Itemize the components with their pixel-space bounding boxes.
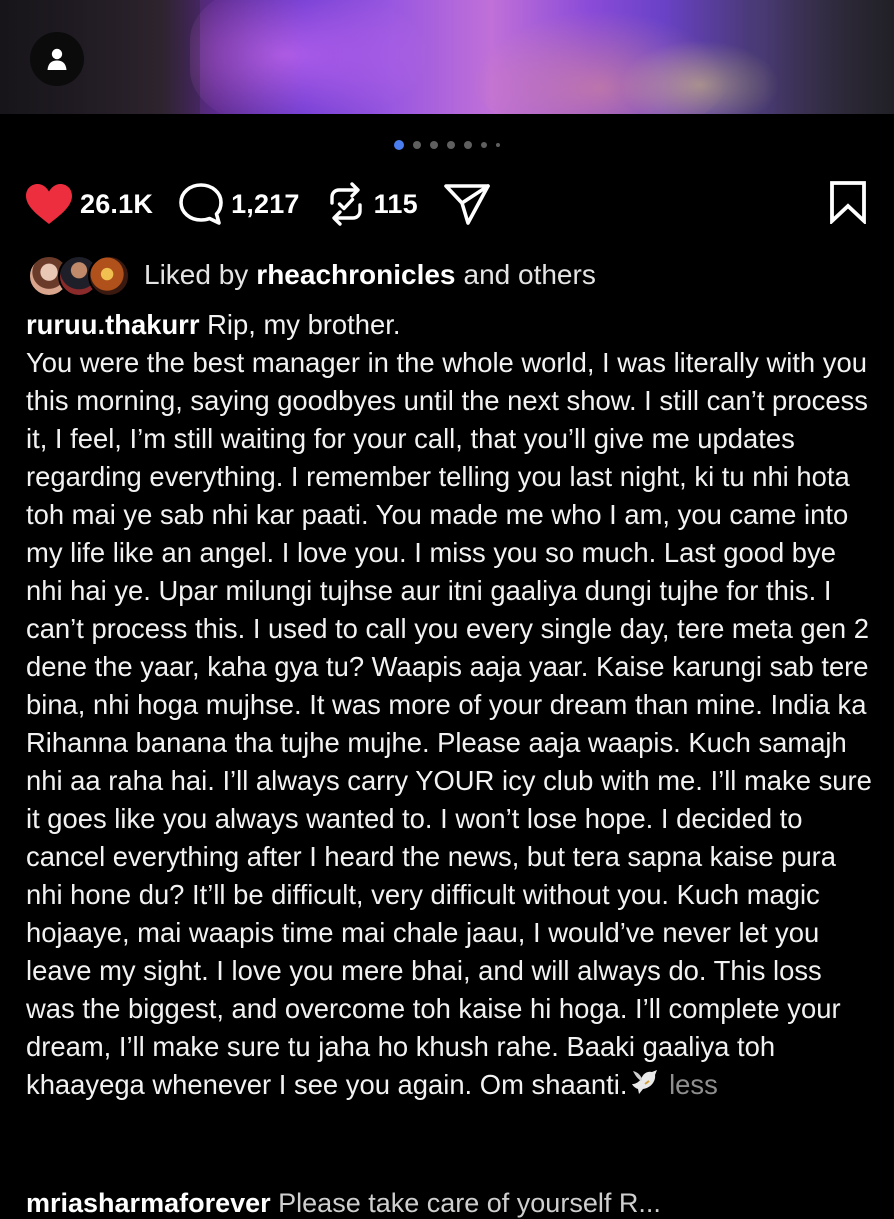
liked-by-username[interactable]: rheachronicles xyxy=(256,259,455,291)
like-count[interactable]: 26.1K xyxy=(80,189,153,220)
dove-emoji-icon xyxy=(629,1068,659,1106)
carousel-dot xyxy=(496,143,500,147)
carousel-dot-active xyxy=(394,140,404,150)
post-action-bar: 26.1K 1,217 115 xyxy=(24,180,868,228)
liked-by-prefix: Liked by xyxy=(144,259,249,290)
carousel-dot xyxy=(413,141,421,149)
post-media-image[interactable] xyxy=(0,0,894,114)
repost-count[interactable]: 115 xyxy=(374,189,418,220)
repost-button[interactable]: 115 xyxy=(324,181,418,227)
comment-preview[interactable]: mriasharmaforever Please take care of yo… xyxy=(26,1188,661,1219)
bookmark-icon xyxy=(830,181,866,226)
share-button[interactable] xyxy=(442,181,492,227)
carousel-dot xyxy=(481,142,487,148)
tagged-users-button[interactable] xyxy=(30,32,84,86)
caption-text: Rip, my brother. You were the best manag… xyxy=(26,309,872,1100)
carousel-dot xyxy=(430,141,438,149)
carousel-indicator xyxy=(0,140,894,150)
heart-icon xyxy=(26,184,72,224)
save-button[interactable] xyxy=(828,180,868,229)
comment-icon xyxy=(179,183,223,225)
liker-avatars xyxy=(28,255,130,297)
show-less-link[interactable]: less xyxy=(669,1069,718,1100)
media-shadow xyxy=(764,0,894,114)
comment-count[interactable]: 1,217 xyxy=(231,189,300,220)
person-icon xyxy=(47,48,67,70)
media-glow xyxy=(620,40,780,114)
repost-icon xyxy=(329,182,362,226)
comment-username[interactable]: mriasharmaforever xyxy=(26,1188,271,1218)
carousel-dot xyxy=(464,141,472,149)
comment-text: Please take care of yourself R... xyxy=(278,1188,661,1218)
comment-button[interactable]: 1,217 xyxy=(177,181,300,227)
like-button[interactable]: 26.1K xyxy=(24,182,153,226)
caption-username[interactable]: ruruu.thakurr xyxy=(26,309,200,340)
media-glow xyxy=(190,0,430,114)
avatar xyxy=(88,255,130,297)
liked-by-row[interactable]: Liked by rheachronicles and others xyxy=(28,255,874,297)
carousel-dot xyxy=(447,141,455,149)
liked-by-suffix[interactable]: and others xyxy=(464,259,596,291)
post-caption: ruruu.thakurr Rip, my brother. You were … xyxy=(26,306,872,1106)
send-icon xyxy=(444,184,490,225)
